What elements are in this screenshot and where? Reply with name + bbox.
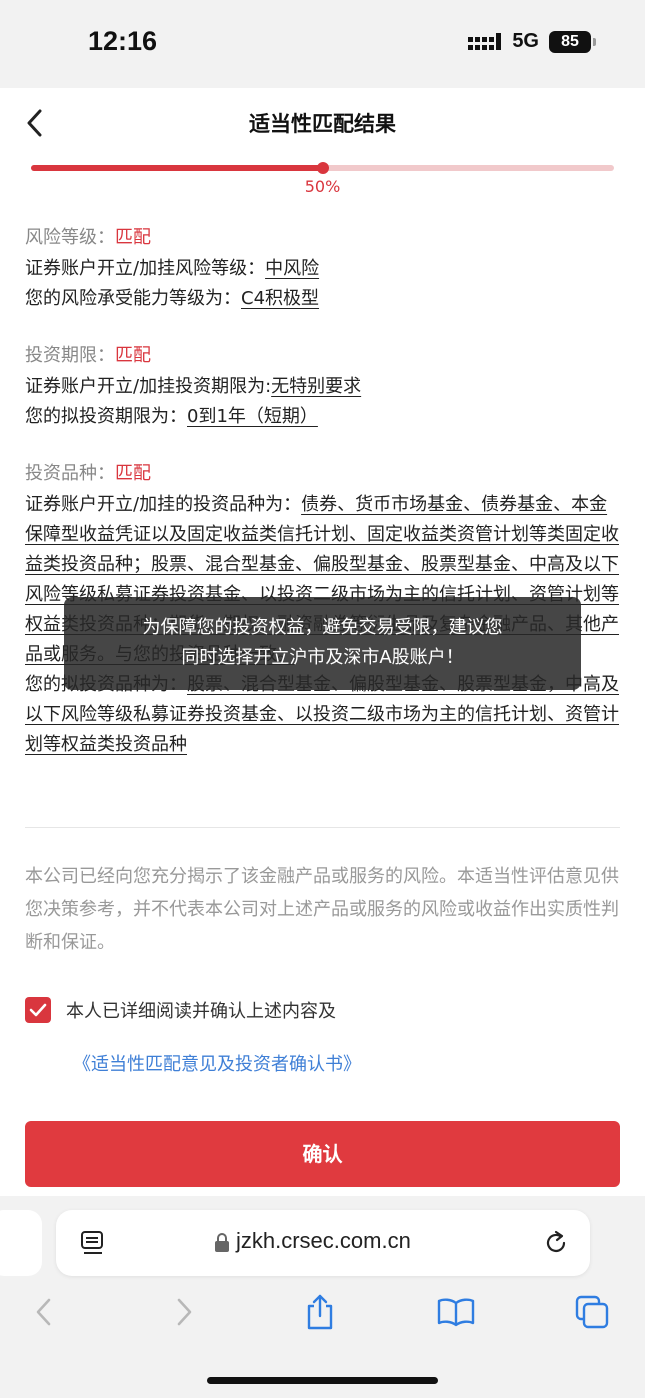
agreement-checkbox[interactable] — [25, 997, 51, 1023]
home-indicator — [207, 1377, 438, 1384]
toast-line-1: 为保障您的投资权益，避免交易受限，建议您 — [142, 617, 503, 638]
url-text: jzkh.crsec.com.cn — [236, 1228, 411, 1253]
share-icon — [307, 1294, 333, 1330]
forward-icon — [177, 1298, 192, 1326]
network-label: 5G — [512, 30, 539, 52]
confirm-button[interactable]: 确认 — [25, 1121, 620, 1187]
page-header: 适当性匹配结果 — [0, 88, 645, 158]
user-risk-line: 您的风险承受能力等级为：C4积极型 — [25, 288, 320, 309]
reload-icon[interactable] — [542, 1229, 570, 1257]
account-period-value: 无特别要求 — [271, 376, 362, 397]
match-status: 匹配 — [115, 463, 151, 484]
signal-icon — [468, 31, 502, 53]
agreement-row: 本人已详细阅读并确认上述内容及 — [25, 997, 336, 1023]
progress-bar — [31, 162, 614, 174]
match-status: 匹配 — [115, 345, 151, 366]
tabs-button[interactable] — [572, 1292, 612, 1332]
battery-icon: 85 — [549, 30, 596, 53]
account-period-line: 证券账户开立/加挂投资期限为:无特别要求 — [25, 376, 362, 397]
agreement-text: 本人已详细阅读并确认上述内容及 — [66, 1001, 336, 1022]
user-risk-value: C4积极型 — [241, 288, 320, 309]
bookmarks-button[interactable] — [436, 1292, 476, 1332]
reader-icon[interactable] — [80, 1230, 106, 1258]
progress-dot — [316, 162, 329, 174]
browser-toolbar: jzkh.crsec.com.cn — [0, 1196, 645, 1398]
bookmarks-icon — [437, 1298, 475, 1327]
section-heading: 风险等级：匹配 — [25, 227, 151, 248]
confirmation-document-link[interactable]: 《适当性匹配意见及投资者确认书》 — [73, 1050, 361, 1076]
progress-fill — [31, 165, 323, 171]
lock-icon — [215, 1233, 229, 1252]
browser-forward-button[interactable] — [164, 1292, 204, 1332]
match-status: 匹配 — [115, 227, 151, 248]
match-results: 风险等级：匹配 证券账户开立/加挂风险等级：中风险 您的风险承受能力等级为：C4… — [25, 222, 620, 786]
tabs-icon — [575, 1295, 609, 1329]
section-heading: 投资品种：匹配 — [25, 463, 151, 484]
investment-period-section: 投资期限：匹配 证券账户开立/加挂投资期限为:无特别要求 您的拟投资期限为：0到… — [25, 340, 620, 432]
status-indicators: 5G 85 — [468, 30, 596, 53]
account-risk-line: 证券账户开立/加挂风险等级：中风险 — [25, 258, 320, 279]
share-button[interactable] — [300, 1292, 340, 1332]
address-bar[interactable]: jzkh.crsec.com.cn — [56, 1210, 590, 1276]
browser-back-button[interactable] — [24, 1292, 64, 1332]
section-heading: 投资期限：匹配 — [25, 345, 151, 366]
risk-level-section: 风险等级：匹配 证券账户开立/加挂风险等级：中风险 您的风险承受能力等级为：C4… — [25, 222, 620, 314]
account-risk-value: 中风险 — [265, 258, 320, 279]
back-icon — [36, 1298, 51, 1326]
previous-tab-preview[interactable] — [0, 1210, 42, 1276]
browser-nav-row — [0, 1292, 645, 1342]
progress-label: 50% — [304, 177, 341, 196]
page-title: 适当性匹配结果 — [249, 112, 396, 136]
toast-line-2: 同时选择开立沪市及深市A股账户！ — [181, 647, 464, 668]
user-period-value: 0到1年（短期） — [187, 406, 318, 427]
status-bar: 12:16 5G 85 — [0, 0, 645, 88]
checkmark-icon — [29, 1003, 47, 1017]
status-time: 12:16 — [88, 26, 158, 56]
toast-message: 为保障您的投资权益，避免交易受限，建议您 同时选择开立沪市及深市A股账户！ — [64, 597, 581, 690]
divider — [25, 827, 620, 828]
user-period-line: 您的拟投资期限为：0到1年（短期） — [25, 406, 318, 427]
risk-disclaimer: 本公司已经向您充分揭示了该金融产品或服务的风险。本适当性评估意见供您决策参考，并… — [25, 866, 619, 953]
